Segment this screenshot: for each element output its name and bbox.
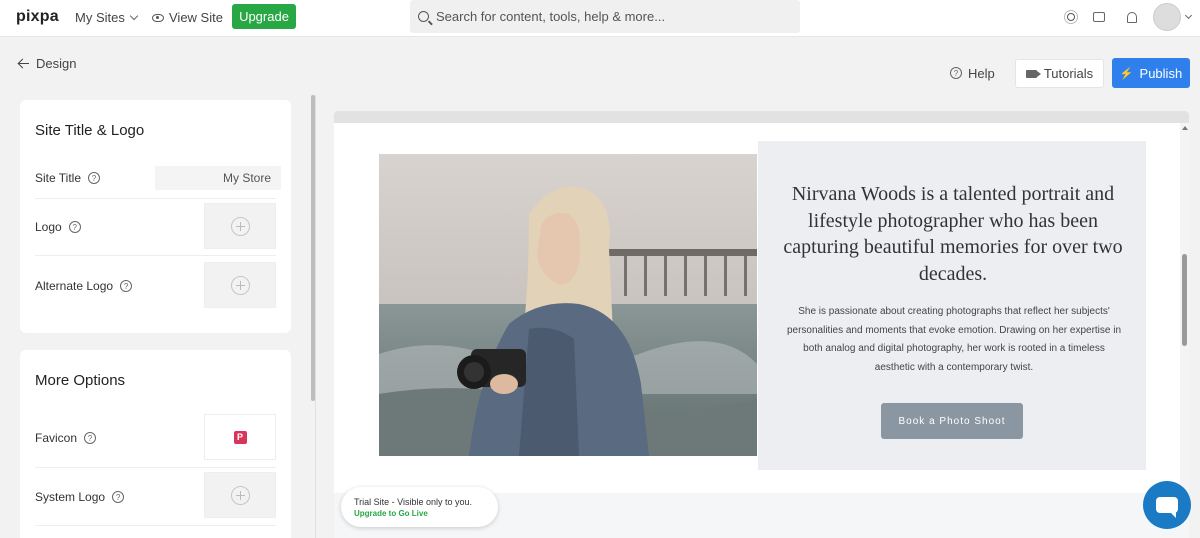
question-circle-icon[interactable]: ? <box>68 221 81 233</box>
top-bar: pixpa My Sites View Site Upgrade <box>0 0 1200 37</box>
site-title-logo-panel: Site Title & Logo Site Title ? My Store … <box>20 100 291 333</box>
preview-page: Nirvana Woods is a talented portrait and… <box>334 123 1180 493</box>
help-button[interactable]: ? Help <box>950 59 995 87</box>
logo-upload-button[interactable] <box>204 203 276 249</box>
plus-icon <box>230 485 250 505</box>
search-input[interactable] <box>436 9 776 24</box>
theme-toggle-icon[interactable] <box>1063 9 1079 25</box>
site-preview: Nirvana Woods is a talented portrait and… <box>334 111 1189 538</box>
question-circle-icon[interactable]: ? <box>112 491 125 503</box>
search-bar[interactable] <box>410 0 800 33</box>
search-icon <box>418 11 429 22</box>
trial-message: Trial Site - Visible only to you. <box>354 497 473 507</box>
preview-scrollbar-thumb[interactable] <box>1182 254 1187 346</box>
my-sites-label: My Sites <box>75 10 125 25</box>
tutorials-button[interactable]: Tutorials <box>1015 59 1104 88</box>
alternate-logo-label: Alternate Logo <box>35 279 114 293</box>
logo-row: Logo ? <box>35 220 81 234</box>
panel-title: Site Title & Logo <box>35 122 145 139</box>
chat-support-button[interactable] <box>1143 481 1191 529</box>
favicon-upload-button[interactable]: P <box>204 414 276 460</box>
system-logo-row: System Logo ? <box>35 490 125 504</box>
panel-title: More Options <box>35 372 126 389</box>
publish-label: Publish <box>1139 65 1183 81</box>
divider <box>35 467 276 468</box>
logo-label: Logo <box>35 220 62 234</box>
help-label: Help <box>968 65 995 81</box>
view-site-label: View Site <box>169 10 223 25</box>
hero-photo <box>379 154 757 456</box>
intro-headline: Nirvana Woods is a talented portrait and… <box>783 183 1123 285</box>
back-to-design-link[interactable]: Design <box>18 56 76 71</box>
plus-icon <box>230 275 250 295</box>
eye-icon <box>152 13 164 22</box>
question-circle-icon: ? <box>950 67 962 79</box>
avatar[interactable] <box>1153 3 1181 31</box>
system-logo-upload-button[interactable] <box>204 472 276 518</box>
question-circle-icon[interactable]: ? <box>88 172 101 184</box>
alternate-logo-upload-button[interactable] <box>204 262 276 308</box>
publish-button[interactable]: ⚡ Publish <box>1112 58 1190 88</box>
trial-site-badge: Trial Site - Visible only to you. Upgrad… <box>341 487 498 527</box>
pixpa-logo[interactable]: pixpa <box>16 8 59 26</box>
preview-top-bar <box>334 111 1189 123</box>
upgrade-button[interactable]: Upgrade <box>232 4 296 29</box>
lightning-icon: ⚡ <box>1119 67 1134 80</box>
chat-bubble-icon <box>1156 497 1178 518</box>
panel-divider <box>315 95 316 538</box>
favicon-image: P <box>233 430 247 444</box>
site-title-row: Site Title ? <box>35 171 101 185</box>
messages-icon[interactable] <box>1091 9 1107 25</box>
site-title-label: Site Title <box>35 171 82 185</box>
question-circle-icon[interactable]: ? <box>120 280 133 292</box>
divider <box>35 255 276 256</box>
upgrade-to-go-live-link[interactable]: Upgrade to Go Live <box>354 509 498 518</box>
favicon-row: Favicon ? <box>35 431 97 445</box>
more-options-panel: More Options Favicon ? P System Logo ? <box>20 350 291 538</box>
view-site-link[interactable]: View Site <box>152 10 223 25</box>
question-circle-icon[interactable]: ? <box>84 432 97 444</box>
site-title-input[interactable]: My Store <box>155 166 281 190</box>
scroll-up-icon[interactable] <box>1182 126 1188 130</box>
arrow-left-icon <box>18 59 30 69</box>
back-label: Design <box>36 56 77 71</box>
book-photo-shoot-button[interactable]: Book a Photo Shoot <box>881 403 1023 439</box>
chevron-down-icon <box>129 11 139 21</box>
video-camera-icon <box>1025 69 1041 78</box>
intro-card: Nirvana Woods is a talented portrait and… <box>758 141 1146 470</box>
my-sites-dropdown[interactable]: My Sites <box>75 10 139 25</box>
divider <box>35 525 276 526</box>
system-logo-label: System Logo <box>35 490 106 504</box>
chevron-down-icon[interactable] <box>1184 11 1193 20</box>
tutorials-label: Tutorials <box>1043 66 1094 81</box>
bell-icon[interactable] <box>1124 9 1140 25</box>
intro-body: She is passionate about creating photogr… <box>786 306 1122 373</box>
plus-icon <box>230 216 250 236</box>
alternate-logo-row: Alternate Logo ? <box>35 279 133 293</box>
favicon-label: Favicon <box>35 431 78 445</box>
divider <box>35 198 276 199</box>
